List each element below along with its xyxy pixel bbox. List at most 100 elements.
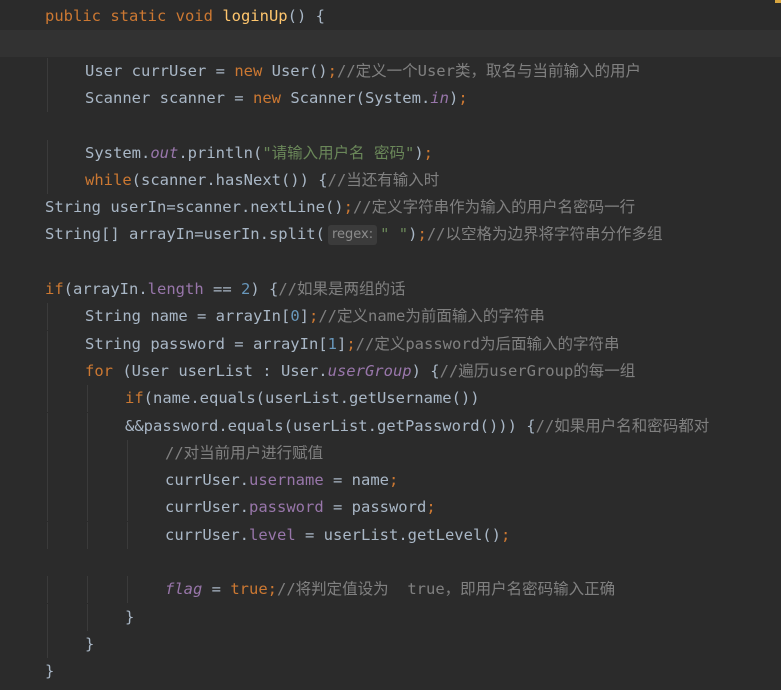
code-token: //遍历userGroup的每一组 (439, 361, 636, 380)
code-content: String password = arrayIn[1];//定义passwor… (85, 331, 620, 358)
code-token: //如果用户名和密码都对 (535, 416, 710, 435)
code-token: ; (423, 143, 434, 162)
code-content: flag = true;//将判定值设为 true，即用户名密码输入正确 (165, 576, 615, 603)
code-line[interactable] (0, 112, 781, 139)
code-line[interactable]: } (0, 630, 781, 658)
code-token: ; (426, 498, 436, 517)
code-line[interactable]: String userIn=scanner.nextLine();//定义字符串… (0, 194, 781, 221)
code-token: ) (448, 88, 459, 107)
code-line[interactable]: String name = arrayIn[0];//定义name为前面输入的字… (0, 303, 781, 331)
code-content: while(scanner.hasNext()) {//当还有输入时 (85, 167, 439, 194)
code-token: () { (287, 7, 325, 25)
code-token: " " (380, 225, 409, 244)
code-token: = (202, 580, 231, 599)
indent-guide (47, 84, 48, 112)
code-line[interactable]: currUser.level = userList.getLevel(); (0, 521, 781, 549)
code-line[interactable]: } (0, 658, 781, 685)
indent-guide (47, 166, 48, 194)
code-token: public static void (45, 7, 223, 25)
indent-guide (87, 385, 88, 413)
indent-guide (87, 576, 88, 604)
code-content: User currUser = new User();//定义一个User类，取… (85, 58, 641, 85)
code-token: ; (343, 198, 353, 217)
code-token: String name = arrayIn[ (85, 307, 291, 326)
code-content: public static void loginUp() { (45, 3, 325, 30)
code-line[interactable]: for (User userList : User.userGroup) {//… (0, 357, 781, 385)
code-line[interactable]: User currUser = new User();//定义一个User类，取… (0, 57, 781, 85)
indent-guide (47, 357, 48, 385)
indent-guide (87, 521, 88, 549)
code-line[interactable]: System.out.println("请输入用户名 密码"); (0, 139, 781, 167)
code-token: userGroup (327, 361, 412, 380)
code-token: = password (323, 498, 427, 517)
indent-guide (87, 603, 88, 631)
code-token: ) (414, 143, 424, 162)
code-line[interactable] (0, 249, 781, 276)
code-token: ] (336, 334, 347, 353)
indent-guide (87, 412, 88, 440)
code-line[interactable]: if(name.equals(userList.getUsername()) (0, 385, 781, 413)
code-content: if(arrayIn.length == 2) {//如果是两组的话 (45, 276, 406, 303)
code-line[interactable]: flag = true;//将判定值设为 true，即用户名密码输入正确 (0, 576, 781, 604)
code-content: String name = arrayIn[0];//定义name为前面输入的字… (85, 303, 545, 330)
code-content: &&password.equals(userList.getPassword()… (125, 413, 709, 440)
code-content: } (45, 658, 54, 685)
code-token: //当还有输入时 (327, 170, 440, 189)
code-line[interactable]: while(scanner.hasNext()) {//当还有输入时 (0, 166, 781, 194)
code-line[interactable]: Scanner scanner = new Scanner(System.in)… (0, 84, 781, 112)
code-token: 0 (290, 307, 300, 326)
code-token: true (230, 580, 268, 599)
code-token: = userList.getLevel() (295, 525, 501, 544)
code-token: while (85, 170, 132, 189)
code-token: (scanner.hasNext()) { (131, 170, 328, 189)
indent-guide (47, 330, 48, 358)
code-token: loginUp (222, 7, 288, 25)
code-content: System.out.println("请输入用户名 密码"); (85, 140, 433, 167)
code-token: //对当前用户进行赋值 (165, 443, 324, 462)
code-token: ; (309, 307, 319, 326)
code-token: ] (299, 307, 309, 326)
code-content: String userIn=scanner.nextLine();//定义字符串… (45, 194, 635, 221)
code-line[interactable]: //对当前用户进行赋值 (0, 439, 781, 467)
code-line[interactable]: currUser.username = name; (0, 467, 781, 495)
code-token: User() (271, 61, 328, 80)
code-token: if (125, 389, 144, 408)
code-token: == (203, 280, 241, 298)
code-token: String[] arrayIn=userIn.split( (45, 225, 325, 244)
code-token: "请输入用户名 密码" (262, 143, 415, 162)
code-line[interactable]: if(arrayIn.length == 2) {//如果是两组的话 (0, 276, 781, 303)
code-line[interactable]: String password = arrayIn[1];//定义passwor… (0, 330, 781, 358)
code-content: currUser.level = userList.getLevel(); (165, 522, 510, 549)
code-token: (arrayIn. (63, 280, 148, 298)
code-line[interactable]: String[] arrayIn=userIn.split(regex: " ")… (0, 221, 781, 248)
code-line[interactable]: &&password.equals(userList.getPassword()… (0, 412, 781, 440)
code-token: ; (417, 225, 427, 244)
code-line[interactable] (0, 30, 781, 58)
code-token: new (234, 61, 272, 80)
indent-guide (87, 439, 88, 467)
code-token: = name (323, 471, 389, 490)
code-line[interactable]: } (0, 603, 781, 631)
indent-guide (47, 630, 48, 658)
indent-guide (47, 494, 48, 522)
indent-guide (47, 467, 48, 495)
code-token: out (150, 143, 179, 162)
indent-guide (47, 385, 48, 413)
code-line[interactable] (0, 549, 781, 576)
code-line[interactable]: currUser.password = password; (0, 494, 781, 522)
code-token: //定义字符串作为输入的用户名密码一行 (352, 198, 636, 217)
code-token: } (45, 662, 55, 681)
code-content: } (125, 604, 134, 631)
code-token: } (85, 634, 95, 653)
indent-guide (127, 521, 128, 549)
code-token: ; (346, 334, 356, 353)
code-token: if (45, 280, 64, 298)
code-content: currUser.username = name; (165, 467, 398, 494)
code-line[interactable]: public static void loginUp() { (0, 3, 781, 30)
code-content: } (85, 631, 94, 658)
indent-guide (47, 412, 48, 440)
code-editor[interactable]: public static void loginUp() { User currU… (0, 0, 781, 690)
code-token: level (249, 525, 296, 544)
code-token: //定义password为后面输入的字符串 (355, 334, 620, 353)
code-token: ; (388, 471, 399, 490)
